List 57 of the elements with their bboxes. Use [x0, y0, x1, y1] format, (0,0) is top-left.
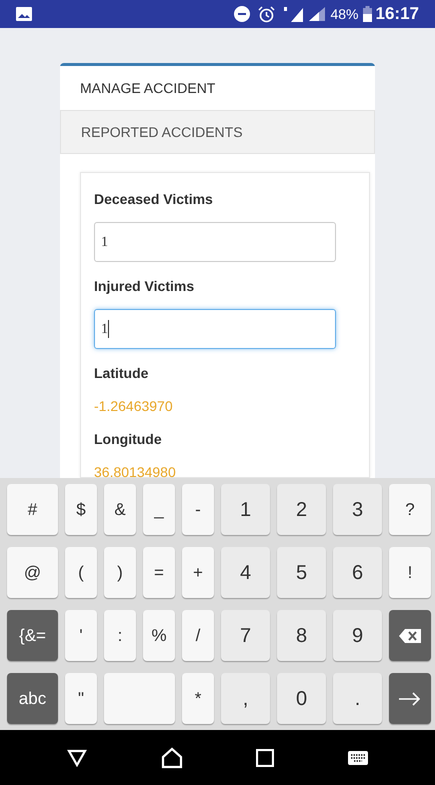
- keyboard-key[interactable]: ,: [221, 673, 270, 724]
- keyboard-key[interactable]: ): [104, 547, 136, 598]
- input-field[interactable]: 1: [94, 309, 336, 349]
- keyboard-key[interactable]: &: [104, 484, 136, 535]
- keyboard-key[interactable]: +: [182, 547, 214, 598]
- back-icon[interactable]: [66, 748, 87, 766]
- backspace-key[interactable]: [389, 610, 431, 661]
- keyboard-key[interactable]: ?: [389, 484, 431, 535]
- image-icon: [16, 7, 32, 21]
- keyboard-key[interactable]: abc: [7, 673, 58, 724]
- keyboard-key[interactable]: _: [143, 484, 175, 535]
- keyboard-key[interactable]: 0: [277, 673, 326, 724]
- keyboard-key[interactable]: 1: [221, 484, 270, 535]
- keyboard-key[interactable]: ': [65, 610, 97, 661]
- field-value: 36.80134980: [94, 463, 177, 478]
- keyboard-key[interactable]: 5: [277, 547, 326, 598]
- recent-apps-icon[interactable]: [256, 748, 274, 766]
- keyboard-icon[interactable]: [348, 750, 368, 764]
- battery-percent: 48%: [330, 4, 359, 24]
- keyboard-key[interactable]: 6: [333, 547, 382, 598]
- keyboard-key[interactable]: .: [333, 673, 382, 724]
- clock: 16:17: [376, 3, 419, 26]
- keyboard-key[interactable]: 9: [333, 610, 382, 661]
- battery-icon: [362, 6, 372, 22]
- home-icon[interactable]: [160, 746, 183, 768]
- keyboard-key[interactable]: %: [143, 610, 175, 661]
- keyboard-key[interactable]: :: [104, 610, 136, 661]
- keyboard-key[interactable]: 3: [333, 484, 382, 535]
- keyboard-key[interactable]: (: [65, 547, 97, 598]
- signal-icon: [283, 6, 304, 22]
- field-label: Injured Victims: [94, 277, 196, 296]
- do-not-disturb-icon: [234, 6, 250, 22]
- keyboard-key[interactable]: -: [182, 484, 214, 535]
- enter-key[interactable]: [389, 673, 431, 724]
- keyboard-key[interactable]: $: [65, 484, 97, 535]
- keyboard-key[interactable]: *: [182, 673, 214, 724]
- keyboard-key[interactable]: 2: [277, 484, 326, 535]
- keyboard-key[interactable]: =: [143, 547, 175, 598]
- field-label: Latitude: [94, 364, 150, 383]
- signal-icon: [309, 7, 326, 21]
- keyboard-key[interactable]: ": [65, 673, 97, 724]
- keyboard-key[interactable]: @: [7, 547, 58, 598]
- keyboard-key[interactable]: /: [182, 610, 214, 661]
- keyboard-key[interactable]: #: [7, 484, 58, 535]
- backspace-icon: [399, 628, 421, 642]
- keyboard-key[interactable]: 4: [221, 547, 270, 598]
- input-field[interactable]: 1: [94, 222, 336, 262]
- field-value: -1.26463970: [94, 397, 174, 416]
- field-label: Longitude: [94, 430, 163, 449]
- alarm-icon: [258, 6, 276, 22]
- tab[interactable]: REPORTED ACCIDENTS: [60, 110, 375, 154]
- keyboard-key[interactable]: 8: [277, 610, 326, 661]
- keyboard-key[interactable]: 7: [221, 610, 270, 661]
- keyboard-key[interactable]: !: [389, 547, 431, 598]
- keyboard-key[interactable]: {&=: [7, 610, 58, 661]
- arrow-right-icon: [399, 692, 421, 706]
- field-label: Deceased Victims: [94, 190, 214, 209]
